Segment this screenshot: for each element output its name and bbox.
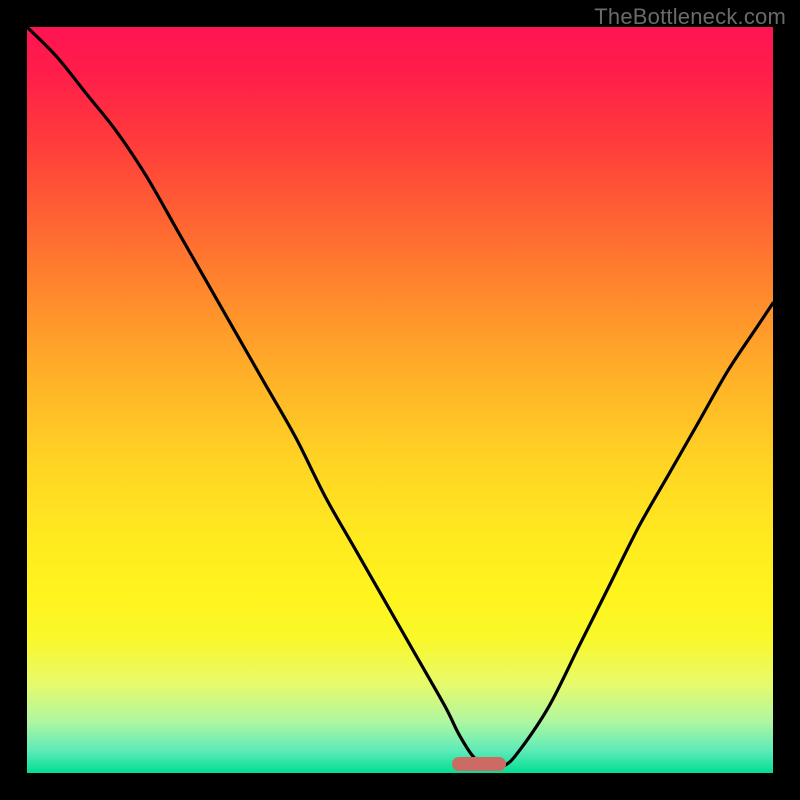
curve-path	[27, 27, 773, 767]
watermark-text: TheBottleneck.com	[594, 4, 786, 30]
plot-area	[27, 27, 773, 773]
chart-frame: TheBottleneck.com	[0, 0, 800, 800]
optimal-marker	[452, 757, 506, 771]
bottleneck-curve	[27, 27, 773, 773]
